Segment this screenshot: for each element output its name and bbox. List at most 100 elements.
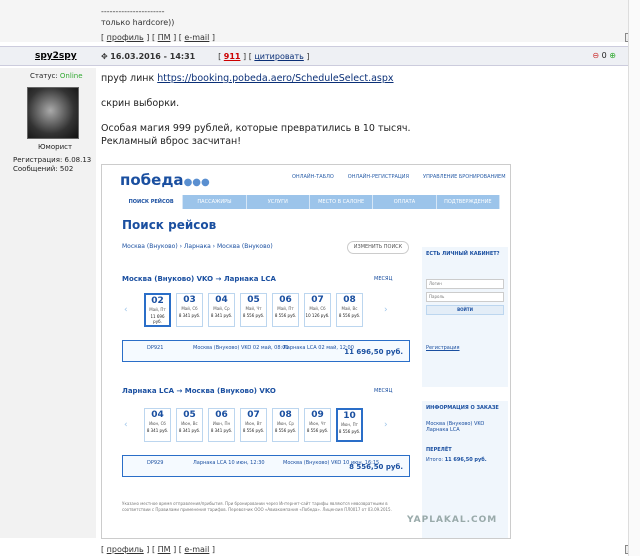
flight-price: 8 556,50 руб. bbox=[349, 463, 403, 471]
date-cell: 05 Июн, Вс 8 341 руб. bbox=[176, 408, 203, 442]
post-icon: ✥ bbox=[101, 52, 108, 61]
date-day: 03 bbox=[183, 295, 196, 305]
date-price: 8 556 руб. bbox=[242, 428, 265, 433]
outbound-date-strip: 02 Май, Пт 11 696 руб. 03 Май, Сб 8 341 руб. 0… bbox=[144, 293, 363, 327]
date-price: 8 556 руб. bbox=[274, 428, 297, 433]
prev-dates-icon: ‹ bbox=[124, 420, 128, 430]
date-cell: 02 Май, Пт 11 696 руб. bbox=[144, 293, 171, 327]
post-rating[interactable]: 911 bbox=[224, 52, 241, 61]
post-meta: ✥ 16.03.2016 - 14:31 [ 911 ] [ цитироват… bbox=[101, 52, 310, 61]
flight-number: DP921 bbox=[147, 345, 164, 351]
pm-link[interactable]: ПМ bbox=[158, 33, 171, 42]
search-title: Поиск рейсов bbox=[122, 218, 217, 232]
date-day: 05 bbox=[183, 410, 196, 420]
nav-online-checkin: ОНЛАЙН-РЕГИСТРАЦИЯ bbox=[347, 174, 410, 180]
separator-line: ---------------------- bbox=[101, 7, 165, 16]
step-seat: МЕСТО В САЛОНЕ bbox=[309, 195, 373, 209]
registration-date: Регистрация: 6.08.13 bbox=[13, 156, 92, 164]
pobeda-logo: победа●●● bbox=[120, 171, 210, 189]
pm-link[interactable]: ПМ bbox=[158, 545, 171, 554]
date-price: 11 696 руб. bbox=[150, 314, 165, 324]
date-day: 04 bbox=[215, 295, 228, 305]
profile-link[interactable]: профиль bbox=[107, 545, 144, 554]
date-price: 8 556 руб. bbox=[338, 313, 361, 318]
date-day: 07 bbox=[247, 410, 260, 420]
date-price: 8 341 руб. bbox=[210, 313, 233, 318]
date-weekday: Май, Ср bbox=[213, 306, 230, 311]
date-price: 8 341 руб. bbox=[178, 428, 201, 433]
month-link-outbound: МЕСЯЦ bbox=[374, 276, 393, 282]
date-cell: 07 Май, Сб 10 126 руб. bbox=[304, 293, 331, 327]
date-weekday: Май, Сб bbox=[309, 306, 326, 311]
order-to: Ларнака LCA bbox=[426, 427, 460, 433]
date-cell: 08 Май, Вс 8 556 руб. bbox=[336, 293, 363, 327]
month-link-return: МЕСЯЦ bbox=[374, 388, 393, 394]
post-links-bottom: [ профиль ] [ ПМ ] [ e-mail ] bbox=[101, 545, 216, 554]
date-price: 8 556 руб. bbox=[306, 428, 329, 433]
post-line-2: скрин выборки. bbox=[101, 98, 180, 109]
date-cell: 05 Май, Чт 8 556 руб. bbox=[240, 293, 267, 327]
order-total: 11 696,50 руб. bbox=[444, 457, 487, 463]
date-price: 8 556 руб. bbox=[274, 313, 297, 318]
return-date-strip: 04 Июн, Сб 8 341 руб. 05 Июн, Вс 8 341 руб. 06… bbox=[144, 408, 363, 442]
top-nav: ОНЛАЙН-ТАБЛО ОНЛАЙН-РЕГИСТРАЦИЯ УПРАВЛЕН… bbox=[292, 174, 506, 180]
post-header: spy2spy ✥ 16.03.2016 - 14:31 [ 911 ] [ ц… bbox=[0, 46, 628, 66]
flight-price: 11 696,50 руб. bbox=[344, 348, 403, 356]
vote-up-icon[interactable]: ⊕ bbox=[609, 51, 616, 60]
order-total-label: Итого: bbox=[426, 457, 444, 463]
date-weekday: Май, Чт bbox=[245, 306, 262, 311]
nav-online-board: ОНЛАЙН-ТАБЛО bbox=[292, 174, 334, 180]
post-links-top: [ профиль ] [ ПМ ] [ e-mail ] bbox=[101, 33, 216, 42]
date-price: 10 126 руб. bbox=[305, 313, 330, 318]
email-link[interactable]: e-mail bbox=[184, 545, 209, 554]
date-day: 06 bbox=[215, 410, 228, 420]
date-day: 04 bbox=[151, 410, 164, 420]
status-value: Online bbox=[59, 72, 83, 80]
proof-link[interactable]: https://booking.pobeda.aero/ScheduleSele… bbox=[157, 73, 393, 84]
avatar[interactable] bbox=[27, 87, 79, 139]
date-weekday: Май, Пт bbox=[277, 306, 294, 311]
step-passengers: ПАССАЖИРЫ bbox=[183, 195, 246, 209]
vote-count: 0 bbox=[601, 51, 607, 60]
date-cell: 03 Май, Сб 8 341 руб. bbox=[176, 293, 203, 327]
date-weekday: Июн, Вт bbox=[245, 421, 262, 426]
date-cell: 04 Июн, Сб 8 341 руб. bbox=[144, 408, 171, 442]
previous-post: ---------------------- только hardcore)) bbox=[0, 0, 628, 42]
date-price: 8 341 руб. bbox=[178, 313, 201, 318]
vote-controls: ⊖ 0 ⊕ bbox=[592, 51, 616, 60]
next-dates-icon: › bbox=[384, 420, 388, 430]
watermark: YAPLAKAL.COM bbox=[407, 515, 498, 525]
date-weekday: Май, Сб bbox=[181, 306, 198, 311]
route-breadcrumb: Москва (Внуково) › Ларнака › Москва (Вну… bbox=[122, 243, 273, 250]
order-flight-label: ПЕРЕЛЁТ bbox=[426, 447, 452, 453]
date-price: 8 341 руб. bbox=[146, 428, 169, 433]
date-weekday: Июн, Чт bbox=[309, 421, 326, 426]
login-panel: ЕСТЬ ЛИЧНЫЙ КАБИНЕТ? Логин Пароль ВОЙТИ … bbox=[422, 247, 508, 387]
step-payment: ОПЛАТА bbox=[373, 195, 436, 209]
flight-number: DP929 bbox=[147, 460, 164, 466]
right-edge-strip bbox=[628, 0, 640, 556]
user-stats: Регистрация: 6.08.13 Сообщений: 502 bbox=[13, 156, 91, 174]
date-price: 8 341 руб. bbox=[210, 428, 233, 433]
date-weekday: Июн, Вс bbox=[181, 421, 198, 426]
profile-link[interactable]: профиль bbox=[107, 33, 144, 42]
date-day: 09 bbox=[311, 410, 324, 420]
date-day: 07 bbox=[311, 295, 324, 305]
login-panel-title: ЕСТЬ ЛИЧНЫЙ КАБИНЕТ? bbox=[426, 251, 500, 257]
change-search-button: ИЗМЕНИТЬ ПОИСК bbox=[347, 241, 409, 254]
embedded-screenshot[interactable]: победа●●● ОНЛАЙН-ТАБЛО ОНЛАЙН-РЕГИСТРАЦИ… bbox=[101, 164, 511, 539]
email-link[interactable]: e-mail bbox=[184, 33, 209, 42]
flight-departure: Ларнака LCA 10 июн, 12:30 bbox=[193, 460, 265, 466]
author-name[interactable]: spy2spy bbox=[35, 51, 77, 61]
user-rank: Юморист bbox=[38, 143, 73, 151]
date-weekday: Июн, Пт bbox=[341, 422, 358, 427]
date-day: 05 bbox=[247, 295, 260, 305]
proof-label: пруф линк bbox=[101, 73, 155, 84]
next-dates-icon: › bbox=[384, 305, 388, 315]
vote-down-icon[interactable]: ⊖ bbox=[592, 51, 599, 60]
return-leg-title: Ларнака LCA → Москва (Внуково) VKO bbox=[122, 387, 276, 395]
date-day: 08 bbox=[343, 295, 356, 305]
quote-link[interactable]: цитировать bbox=[254, 52, 303, 61]
flight-departure: Москва (Внуково) VKO 02 май, 08:00 bbox=[193, 345, 289, 351]
nav-manage-booking: УПРАВЛЕНИЕ БРОНИРОВАНИЕМ bbox=[423, 174, 506, 180]
